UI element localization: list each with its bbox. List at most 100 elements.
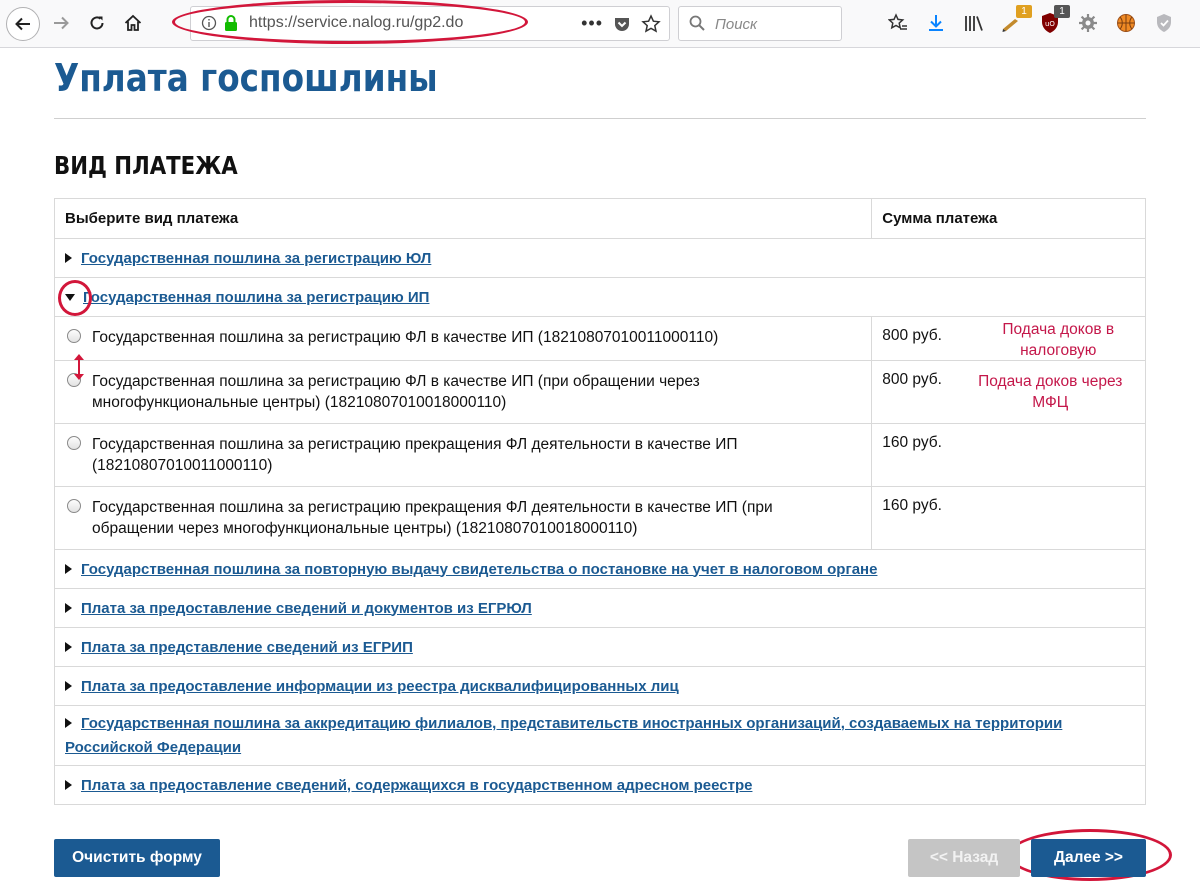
group-row[interactable]: Государственная пошлина за аккредитацию … (54, 705, 1146, 766)
expand-arrow-icon[interactable] (65, 680, 72, 691)
extension-sync-button[interactable]: 1 (1000, 5, 1032, 35)
url-text: https://service.nalog.ru/gp2.do (249, 14, 464, 31)
option-sum: 160 руб. (882, 497, 942, 514)
search-icon (689, 15, 705, 31)
privacy-shield-icon (1157, 14, 1171, 32)
settings-extension-button[interactable] (1076, 11, 1100, 35)
group-row[interactable]: Государственная пошлина за повторную выд… (54, 549, 1146, 589)
column-header-type: Выберите вид платежа (53, 198, 873, 239)
gear-icon (1079, 14, 1097, 32)
annotation-tax-office: Подача доков в налоговую (978, 319, 1138, 361)
group-row-ip[interactable]: Государственная пошлина за регистрацию И… (54, 277, 1146, 317)
option-radio[interactable] (67, 499, 81, 513)
page-title: Уплата госпошлины (54, 56, 438, 100)
ublock-badge: 1 (1054, 5, 1070, 18)
group-cell: Государственная пошлина за повторную выд… (54, 549, 1146, 589)
download-icon (929, 15, 943, 31)
back-button[interactable] (6, 7, 40, 41)
collapse-arrow-icon[interactable] (65, 294, 75, 302)
sum-cell: 160 руб. (871, 423, 1146, 487)
extension-badge: 1 (1016, 5, 1032, 18)
ublock-button[interactable]: uO 1 (1038, 5, 1070, 35)
expand-arrow-icon[interactable] (65, 641, 72, 652)
annotation-line: налоговую (1020, 342, 1097, 359)
reload-button[interactable] (80, 6, 114, 40)
annotation-mfc: Подача доков через МФЦ (960, 371, 1140, 413)
column-header-sum: Сумма платежа (871, 198, 1146, 239)
ball-extension-button[interactable] (1114, 11, 1138, 35)
section-title: ВИД ПЛАТЕЖА (54, 151, 238, 180)
option-cell: Государственная пошлина за регистрацию Ф… (53, 316, 873, 361)
group-cell: Плата за предоставление информации из ре… (54, 666, 1146, 706)
expand-arrow-icon[interactable] (65, 717, 72, 728)
group-row[interactable]: Плата за предоставление сведений, содерж… (54, 765, 1146, 805)
expand-arrow-icon[interactable] (65, 779, 72, 790)
extensions-area: 1 uO 1 (886, 5, 1176, 38)
search-bar[interactable] (678, 6, 842, 41)
reading-list-button[interactable] (886, 11, 910, 35)
option-radio[interactable] (67, 436, 81, 450)
option-sum: 800 руб. (882, 327, 942, 344)
sum-cell: 800 руб. Подача доков в налоговую (871, 316, 1146, 361)
group-cell: Государственная пошлина за регистрацию Ю… (54, 238, 1146, 278)
annotation-line: МФЦ (1032, 394, 1069, 411)
option-label: Государственная пошлина за регистрацию п… (92, 499, 773, 537)
group-cell: Государственная пошлина за аккредитацию … (54, 705, 1146, 766)
group-link[interactable]: Плата за предоставление сведений, содерж… (81, 777, 752, 794)
option-label: Государственная пошлина за регистрацию Ф… (92, 329, 719, 346)
group-link[interactable]: Государственная пошлина за аккредитацию … (65, 715, 1062, 756)
search-input[interactable] (713, 12, 837, 36)
group-cell: Плата за представление сведений из ЕГРИП (54, 627, 1146, 667)
option-row[interactable]: Государственная пошлина за регистрацию п… (53, 486, 1146, 550)
annotation-line: Подача доков в (1002, 321, 1115, 338)
group-link[interactable]: Плата за предоставление сведений и докум… (81, 600, 532, 617)
more-actions-icon[interactable]: ••• (581, 13, 603, 34)
url-actions: ••• (581, 13, 661, 34)
group-row[interactable]: Плата за представление сведений из ЕГРИП (54, 627, 1146, 667)
library-icon (965, 16, 983, 31)
forward-button[interactable] (44, 6, 78, 40)
option-row[interactable]: Государственная пошлина за регистрацию п… (53, 423, 1146, 487)
privacy-extension-button[interactable] (1152, 11, 1176, 35)
expand-arrow-icon[interactable] (65, 602, 72, 613)
group-row[interactable]: Плата за предоставление информации из ре… (54, 666, 1146, 706)
option-sum: 160 руб. (882, 434, 942, 451)
downloads-button[interactable] (924, 11, 948, 35)
group-row[interactable]: Плата за предоставление сведений и докум… (54, 588, 1146, 628)
option-cell: Государственная пошлина за регистрацию п… (53, 486, 873, 550)
option-cell: Государственная пошлина за регистрацию Ф… (53, 360, 873, 424)
sum-cell: 800 руб. Подача доков через МФЦ (871, 360, 1146, 424)
expand-arrow-icon[interactable] (65, 252, 72, 263)
browser-toolbar: https://service.nalog.ru/gp2.do ••• 1 uO… (0, 0, 1200, 48)
option-row[interactable]: Государственная пошлина за регистрацию Ф… (53, 316, 1146, 361)
title-divider (54, 118, 1146, 119)
option-label: Государственная пошлина за регистрацию п… (92, 436, 738, 474)
expand-arrow-icon[interactable] (65, 563, 72, 574)
pocket-icon[interactable] (613, 15, 631, 33)
option-cell: Государственная пошлина за регистрацию п… (53, 423, 873, 487)
info-icon[interactable] (201, 15, 217, 31)
group-cell: Плата за предоставление сведений и докум… (54, 588, 1146, 628)
url-bar[interactable]: https://service.nalog.ru/gp2.do ••• (190, 6, 670, 41)
bookmark-star-icon[interactable] (641, 13, 661, 34)
arrow-left-icon (15, 17, 30, 31)
group-cell: Государственная пошлина за регистрацию И… (54, 277, 1146, 317)
group-link[interactable]: Плата за предоставление информации из ре… (81, 678, 679, 695)
group-link-ip[interactable]: Государственная пошлина за регистрацию И… (83, 289, 429, 306)
clear-form-button[interactable]: Очистить форму (54, 839, 220, 877)
home-icon (124, 14, 142, 31)
next-button[interactable]: Далее >> (1031, 839, 1146, 877)
option-sum: 800 руб. (882, 371, 942, 388)
back-button-form[interactable]: << Назад (908, 839, 1020, 877)
home-button[interactable] (116, 6, 150, 40)
group-link[interactable]: Государственная пошлина за повторную выд… (81, 561, 877, 578)
lock-icon (225, 15, 237, 31)
library-button[interactable] (962, 11, 986, 35)
group-link[interactable]: Плата за представление сведений из ЕГРИП (81, 639, 413, 656)
group-link-ul[interactable]: Государственная пошлина за регистрацию Ю… (81, 250, 431, 267)
double-arrow-icon (74, 354, 84, 380)
option-radio[interactable] (67, 329, 81, 343)
group-cell: Плата за предоставление сведений, содерж… (54, 765, 1146, 805)
group-row-ul[interactable]: Государственная пошлина за регистрацию Ю… (54, 238, 1146, 278)
option-row[interactable]: Государственная пошлина за регистрацию Ф… (53, 360, 1146, 424)
